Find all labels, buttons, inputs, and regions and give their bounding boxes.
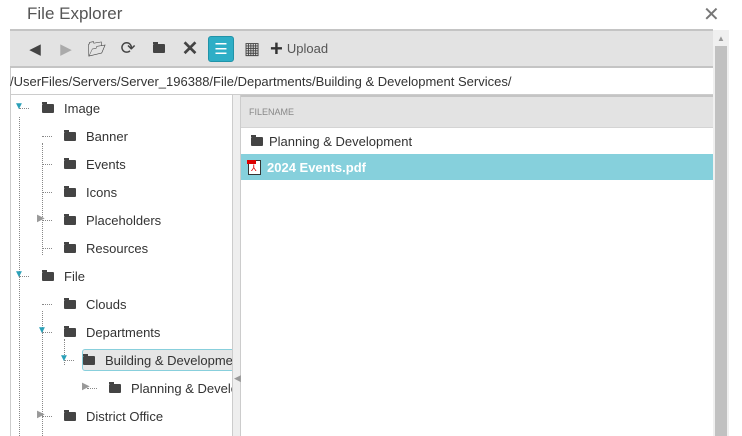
tree-node[interactable]: Placeholders [64,209,165,231]
file-row[interactable]: Planning & Development [241,128,713,154]
tree-node-label: Planning & Development [131,380,232,396]
tree-guide-line [42,164,52,165]
collapse-toggle-icon[interactable]: ▼ [59,353,69,364]
refresh-icon[interactable]: ⟳ [115,36,141,62]
file-row[interactable]: 2024 Events.pdf [241,154,713,180]
plus-icon: + [270,35,283,61]
tree-node-label: Departments [86,324,161,340]
close-icon[interactable]: ✕ [703,2,720,27]
tree-node-label: Banner [86,128,128,144]
tree-node-label: Building & Development Services [105,352,233,368]
pdf-icon [247,159,261,175]
tree-node[interactable]: Building & Development Services [82,349,233,371]
folder-icon [64,241,76,253]
file-list: FILENAME Planning & Development 2024 Even… [241,95,713,436]
tree-node[interactable]: District Office [64,405,167,427]
tree-node-label: Icons [86,184,118,200]
scroll-up-icon[interactable]: ▲ [717,34,725,43]
folder-icon [64,213,76,225]
file-name: Planning & Development [269,133,413,149]
column-header-filename[interactable]: FILENAME [241,95,713,128]
tree-node[interactable]: File [42,265,89,287]
collapse-toggle-icon[interactable]: ▼ [14,269,24,280]
back-icon[interactable]: ◀ [22,36,48,62]
tree-node[interactable]: Icons [64,181,121,203]
open-folder-icon[interactable]: 📂︎ [84,36,110,62]
folder-icon [109,381,121,393]
tree-guide-line [42,248,52,249]
file-name: 2024 Events.pdf [267,159,366,175]
toolbar: ◀ ▶ 📂︎ ⟳ ✕ ☰ ▦ + Upload [10,29,713,68]
scrollbar[interactable]: ▲ [713,30,729,436]
folder-icon [64,325,76,337]
folder-icon [42,101,54,113]
folder-icon [64,297,76,309]
tree-node[interactable]: Resources [64,237,152,259]
folder-icon [251,134,263,146]
tree-node-label: Clouds [86,296,127,312]
tree-node-label: Events [86,156,126,172]
tree-node-label: Image [64,100,101,116]
collapse-icon[interactable]: ◀ [234,373,241,384]
window-title: File Explorer [27,4,123,23]
scroll-thumb[interactable] [715,46,727,436]
folder-icon [83,353,95,365]
tree-node[interactable]: Clouds [64,293,130,315]
forward-icon[interactable]: ▶ [53,36,79,62]
path-input[interactable]: /UserFiles/Servers/Server_196388/File/De… [10,68,713,95]
collapse-toggle-icon[interactable]: ▼ [37,325,47,336]
delete-icon[interactable]: ✕ [177,36,203,62]
folder-icon [42,269,54,281]
folder-tree: ▼ Image Banner Events Icons ▶ Placeholders Reso… [10,95,233,436]
tree-node[interactable]: Banner [64,125,132,147]
folder-icon [64,409,76,421]
tree-guide-line [42,143,43,255]
expand-toggle-icon[interactable]: ▶ [37,213,45,224]
tree-node[interactable]: Planning & Development [109,377,232,399]
folder-icon [64,129,76,141]
folder-icon [64,157,76,169]
tree-guide-line [42,192,52,193]
new-folder-icon[interactable] [146,36,172,62]
upload-button[interactable]: + Upload [270,35,329,61]
pane-splitter[interactable]: ◀ [233,95,241,436]
upload-label: Upload [286,41,329,56]
list-view-icon[interactable]: ☰ [208,35,234,62]
tree-node[interactable]: Image [42,97,104,119]
expand-toggle-icon[interactable]: ▶ [82,381,90,392]
tree-node-label: Resources [86,240,149,256]
folder-icon [64,185,76,197]
grid-view-icon[interactable]: ▦ [239,36,265,62]
tree-node[interactable]: Events [64,153,130,175]
tree-guide-line [42,304,52,305]
tree-node-label: District Office [86,408,164,424]
tree-node[interactable]: Departments [64,321,164,343]
tree-node-label: Placeholders [86,212,162,228]
tree-guide-line [42,136,52,137]
expand-toggle-icon[interactable]: ▶ [37,409,45,420]
tree-node-label: File [64,268,85,284]
collapse-toggle-icon[interactable]: ▼ [14,101,24,112]
